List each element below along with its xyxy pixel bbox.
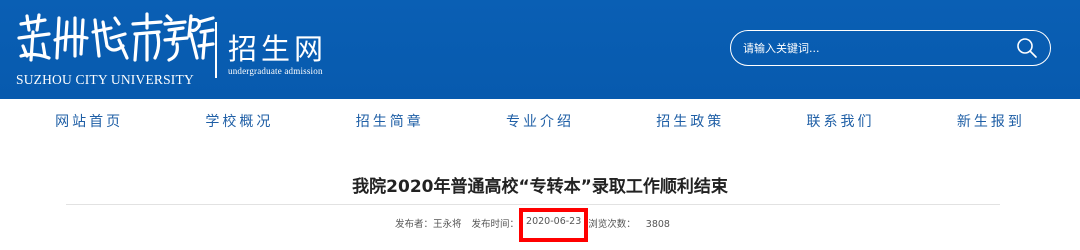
publish-time-label: 发布时间：	[471, 219, 520, 230]
article-meta: 发布者：王永将 发布时间： 2020-06-23 浏览次数： 3808	[395, 208, 670, 242]
logo-english-name: SUZHOU CITY UNIVERSITY	[16, 72, 194, 87]
views-label: 浏览次数：	[588, 219, 636, 230]
nav-majors[interactable]: 专业介绍	[506, 111, 574, 131]
main-navigation: 网站首页 学校概况 招生简章 专业介绍 招生政策 联系我们 新生报到	[0, 99, 1080, 143]
publish-date: 2020-06-23	[526, 216, 582, 227]
publisher-name: 王永将	[433, 219, 462, 230]
site-name: 招生网	[228, 32, 328, 66]
nav-freshman-registration[interactable]: 新生报到	[957, 111, 1025, 131]
article-title: 我院2020年普通高校“专转本”录取工作顺利结束	[352, 177, 728, 197]
site-header: SUZHOU CITY UNIVERSITY 招生网 undergraduate…	[0, 0, 1080, 99]
nav-admission-policy[interactable]: 招生政策	[656, 111, 724, 131]
nav-home[interactable]: 网站首页	[55, 111, 123, 131]
search-input[interactable]	[743, 37, 1005, 59]
university-logo[interactable]: SUZHOU CITY UNIVERSITY 招生网 undergraduate…	[15, 10, 335, 87]
highlighted-publish-date: 2020-06-23	[519, 208, 589, 242]
publisher-label: 发布者：	[395, 219, 434, 230]
title-divider	[66, 204, 1000, 205]
nav-contact-us[interactable]: 联系我们	[807, 111, 875, 131]
nav-admission-brochure[interactable]: 招生简章	[356, 111, 424, 131]
logo-divider	[215, 22, 217, 78]
site-subtitle: undergraduate admission	[228, 66, 323, 76]
nav-school-overview[interactable]: 学校概况	[205, 111, 273, 131]
logo-calligraphy	[17, 12, 215, 62]
views-count: 3808	[645, 219, 670, 230]
search-box	[730, 30, 1051, 66]
search-icon[interactable]	[1016, 37, 1038, 59]
